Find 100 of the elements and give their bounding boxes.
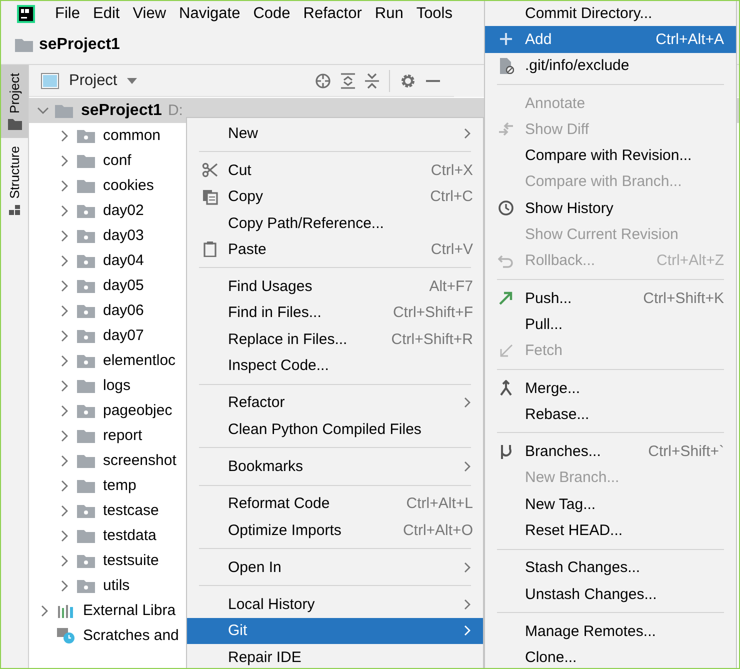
chevron-icon[interactable]: [61, 154, 69, 166]
menu-bar-item[interactable]: Code: [253, 4, 290, 22]
tree-item[interactable]: screenshot: [103, 452, 176, 469]
tree-item[interactable]: report: [103, 427, 142, 444]
tool-window-tab[interactable]: Structure: [1, 138, 28, 224]
folder-icon: [8, 119, 22, 130]
tree-item[interactable]: testdata: [103, 527, 156, 544]
menu-item[interactable]: Bookmarks: [187, 453, 483, 480]
menu-item[interactable]: Cut Ctrl+X: [187, 157, 483, 184]
tree-item[interactable]: temp: [103, 477, 136, 494]
tree-item[interactable]: cookies: [103, 177, 154, 194]
chevron-icon[interactable]: [37, 106, 49, 114]
chevron-icon[interactable]: [61, 580, 69, 592]
menu-item[interactable]: Unstash Changes...: [485, 580, 736, 608]
chevron-icon[interactable]: [61, 230, 69, 242]
collapse-all-icon[interactable]: [365, 72, 379, 88]
menu-item[interactable]: Clone...: [485, 644, 736, 668]
menu-bar-item[interactable]: Navigate: [179, 4, 240, 22]
menu-item[interactable]: Reset HEAD...: [485, 517, 736, 544]
menu-item[interactable]: Pull...: [485, 311, 736, 338]
menu-item[interactable]: Push... Ctrl+Shift+K: [485, 284, 736, 312]
menu-item[interactable]: New: [187, 120, 483, 146]
caret-icon[interactable]: [127, 78, 138, 84]
chevron-icon[interactable]: [61, 380, 69, 392]
menu-item[interactable]: Commit Directory...: [485, 1, 736, 26]
menu-item[interactable]: Stash Changes...: [485, 554, 736, 581]
chevron-icon[interactable]: [61, 504, 69, 516]
chevron-icon[interactable]: [61, 204, 69, 216]
chevron-icon[interactable]: [61, 280, 69, 292]
menu-bar-item[interactable]: Tools: [416, 4, 452, 22]
tree-item[interactable]: utils: [103, 577, 130, 594]
tree-item[interactable]: day07: [103, 327, 144, 344]
window-icon: [41, 72, 59, 88]
tree-item[interactable]: elementloc: [103, 352, 176, 369]
menu-item[interactable]: Add Ctrl+Alt+A: [485, 26, 736, 53]
menu-item[interactable]: New Tag...: [485, 491, 736, 518]
plus-icon: [498, 31, 514, 48]
chevron-icon[interactable]: [61, 530, 69, 542]
chevron-icon[interactable]: [61, 554, 69, 566]
arrow-icon: [498, 342, 514, 359]
menu-item[interactable]: Local History: [187, 591, 483, 618]
chevron-icon[interactable]: [61, 404, 69, 416]
menu-item[interactable]: .git/info/exclude: [485, 52, 736, 79]
menu-item[interactable]: Merge...: [485, 374, 736, 402]
tree-item[interactable]: day05: [103, 277, 144, 294]
chevron-icon[interactable]: [61, 330, 69, 342]
menu-item[interactable]: Git: [187, 618, 483, 644]
tree-item[interactable]: testsuite: [103, 552, 159, 569]
merge-icon: [498, 380, 514, 396]
tree-item[interactable]: day03: [103, 227, 144, 244]
chevron-icon[interactable]: [61, 454, 69, 466]
menu-item[interactable]: Optimize Imports Ctrl+Alt+O: [187, 516, 483, 544]
tree-item[interactable]: day06: [103, 302, 144, 319]
menu-item[interactable]: Find in Files... Ctrl+Shift+F: [187, 300, 483, 326]
chevron-icon[interactable]: [61, 254, 69, 266]
view-selector[interactable]: Project: [69, 72, 118, 90]
menu-item[interactable]: Clean Python Compiled Files: [187, 416, 483, 442]
tree-item[interactable]: seProject1: [81, 102, 162, 120]
breadcrumb[interactable]: seProject1: [39, 36, 120, 54]
tree-item[interactable]: conf: [103, 152, 132, 169]
menu-item[interactable]: Open In: [187, 554, 483, 580]
tree-item[interactable]: pageobjec: [103, 402, 172, 419]
expand-all-icon[interactable]: [341, 72, 355, 88]
menu-item[interactable]: Refactor: [187, 390, 483, 416]
menu-bar-item[interactable]: View: [132, 4, 166, 22]
chevron-icon[interactable]: [61, 304, 69, 316]
menu-item[interactable]: Compare with Revision...: [485, 142, 736, 169]
locate-icon[interactable]: [315, 72, 331, 88]
menu-item[interactable]: Show History: [485, 195, 736, 222]
chevron-icon[interactable]: [61, 480, 69, 492]
tree-item[interactable]: day04: [103, 252, 144, 269]
menu-item[interactable]: Rebase...: [485, 401, 736, 428]
chevron-icon[interactable]: [61, 180, 69, 192]
menu-item[interactable]: Reformat Code Ctrl+Alt+L: [187, 490, 483, 517]
menu-item[interactable]: Branches... Ctrl+Shift+`: [485, 438, 736, 465]
tool-window-tab[interactable]: Project: [1, 65, 28, 138]
menu-bar-item[interactable]: Edit: [92, 4, 120, 22]
tree-item[interactable]: day02: [103, 202, 144, 219]
menu-item[interactable]: Paste Ctrl+V: [187, 236, 483, 262]
menu-item[interactable]: Inspect Code...: [187, 352, 483, 379]
menu-item[interactable]: Replace in Files... Ctrl+Shift+R: [187, 326, 483, 352]
settings-icon[interactable]: [400, 72, 416, 88]
tree-item[interactable]: common: [103, 127, 161, 144]
menu-bar-item[interactable]: Run: [374, 4, 404, 22]
menu-item[interactable]: Copy Ctrl+C: [187, 184, 483, 210]
tree-item[interactable]: testcase: [103, 502, 159, 519]
chevron-icon[interactable]: [61, 354, 69, 366]
menu-item[interactable]: Find Usages Alt+F7: [187, 273, 483, 300]
menu-item[interactable]: Copy Path/Reference...: [187, 210, 483, 236]
chevron-icon[interactable]: [41, 604, 49, 616]
menu-item[interactable]: Repair IDE: [187, 644, 483, 668]
tree-item[interactable]: logs: [103, 377, 131, 394]
minimize-icon[interactable]: [426, 80, 440, 82]
tree-item[interactable]: External Libra: [83, 602, 176, 619]
tree-item[interactable]: Scratches and: [83, 627, 179, 644]
chevron-icon[interactable]: [61, 130, 69, 142]
menu-bar-item[interactable]: File: [55, 4, 80, 22]
menu-bar-item[interactable]: Refactor: [303, 4, 362, 22]
chevron-icon[interactable]: [61, 430, 69, 442]
menu-item[interactable]: Manage Remotes...: [485, 618, 736, 645]
